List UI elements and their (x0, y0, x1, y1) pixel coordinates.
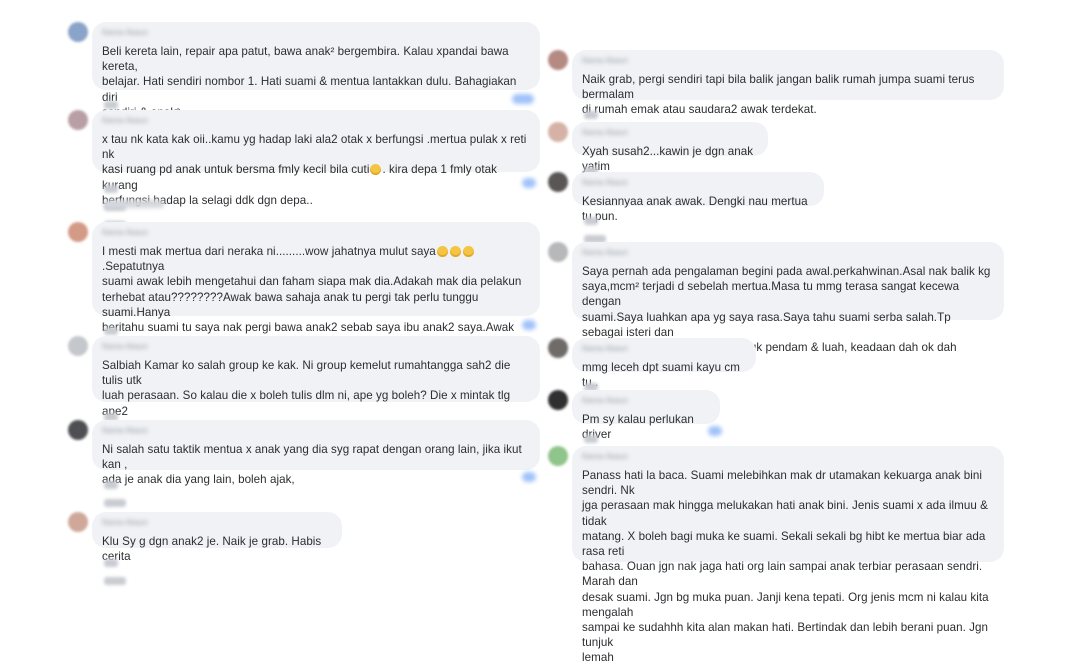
comment-actions[interactable] (584, 162, 616, 193)
avatar[interactable] (548, 122, 568, 142)
comment-actions[interactable] (584, 378, 616, 409)
comment-actions[interactable] (104, 322, 136, 371)
reaction-badge[interactable] (522, 178, 536, 188)
comment-bubble: Nama Akaun Xyah susah2...kawin je dgn an… (572, 122, 768, 173)
comment-bubble: Nama Akaun Ni salah satu taktik mentua x… (92, 420, 540, 486)
comment-actions[interactable] (104, 554, 136, 585)
comment-bubble: Nama Akaun Beli kereta lain, repair apa … (92, 22, 540, 119)
comment-actions[interactable] (104, 408, 136, 457)
comment-bubble: Nama Akaun x tau nk kata kak oii..kamu y… (92, 110, 540, 207)
comment-actions[interactable] (104, 476, 136, 525)
comment-bubble: Nama Akaun I mesti mak mertua dari nerak… (92, 222, 540, 364)
avatar[interactable] (548, 50, 568, 70)
avatar[interactable] (548, 390, 568, 410)
avatar[interactable] (548, 446, 568, 466)
author-name[interactable]: Nama Akaun (102, 228, 530, 240)
comment-actions[interactable] (104, 96, 136, 145)
author-name[interactable]: Nama Akaun (102, 426, 530, 438)
author-name[interactable]: Nama Akaun (582, 128, 758, 140)
comment-text: Beli kereta lain, repair apa patut, bawa… (102, 45, 517, 119)
avatar[interactable] (548, 338, 568, 358)
emoji-icon (449, 246, 461, 257)
author-name[interactable]: Nama Akaun (102, 116, 530, 128)
comment-text: x tau nk kata kak oii..kamu yg hadap lak… (102, 133, 527, 207)
author-name[interactable]: Nama Akaun (102, 342, 530, 354)
author-name[interactable]: Nama Akaun (582, 344, 746, 356)
comment-bubble: Nama Akaun Saya pernah ada pengalaman be… (572, 242, 1004, 369)
smile-emoji-icon (370, 164, 382, 176)
comment-bubble: Nama Akaun mmg leceh dpt suami kayu cm t… (572, 338, 756, 389)
emoji-icon (436, 246, 448, 257)
comment-bubble: Nama Akaun Klu Sy g dgn anak2 je. Naik j… (92, 512, 342, 563)
emoji-icon (462, 246, 474, 257)
comment-bubble: Nama Akaun Salbiah Kamar ko salah group … (92, 336, 540, 433)
avatar[interactable] (68, 512, 88, 532)
reaction-badge[interactable] (708, 426, 722, 436)
comment-actions[interactable] (584, 430, 616, 461)
comment-bubble: Nama Akaun Pm sy kalau perlukan driver (572, 390, 720, 441)
avatar[interactable] (548, 172, 568, 192)
comment-text: Naik grab, pergi sendiri tapi bila balik… (582, 73, 975, 117)
comment-text: Ni salah satu taktik mentua x anak yang … (102, 443, 522, 487)
avatar[interactable] (68, 420, 88, 440)
author-name[interactable]: Nama Akaun (102, 518, 332, 530)
author-name[interactable]: Nama Akaun (582, 452, 994, 464)
comment-actions[interactable] (584, 106, 616, 137)
author-name[interactable]: Nama Akaun (582, 56, 994, 68)
author-name[interactable]: Nama Akaun (582, 248, 994, 260)
avatar[interactable] (68, 222, 88, 242)
avatar[interactable] (68, 22, 88, 42)
author-name[interactable]: Nama Akaun (102, 28, 530, 40)
avatar[interactable] (68, 110, 88, 130)
comment-actions[interactable] (104, 180, 136, 229)
comment-bubble: Nama Akaun Panass hati la baca. Suami me… (572, 446, 1004, 664)
author-name[interactable]: Nama Akaun (582, 396, 710, 408)
view-replies-link[interactable] (104, 200, 164, 208)
reaction-badge[interactable] (522, 320, 536, 330)
comment-text: Kesiannyaa anak awak. Dengki nau mertua … (582, 195, 808, 224)
avatar[interactable] (548, 242, 568, 262)
comment-text: Panass hati la baca. Suami melebihkan ma… (582, 469, 989, 665)
reaction-badge[interactable] (512, 94, 534, 104)
avatar[interactable] (68, 336, 88, 356)
comment-text: Klu Sy g dgn anak2 je. Naik je grab. Hab… (102, 535, 322, 564)
reaction-badge[interactable] (522, 472, 536, 482)
comment-bubble: Nama Akaun Naik grab, pergi sendiri tapi… (572, 50, 1004, 116)
author-name[interactable]: Nama Akaun (582, 178, 814, 190)
comment-actions[interactable] (584, 212, 616, 243)
comment-bubble: Nama Akaun Kesiannyaa anak awak. Dengki … (572, 172, 824, 223)
